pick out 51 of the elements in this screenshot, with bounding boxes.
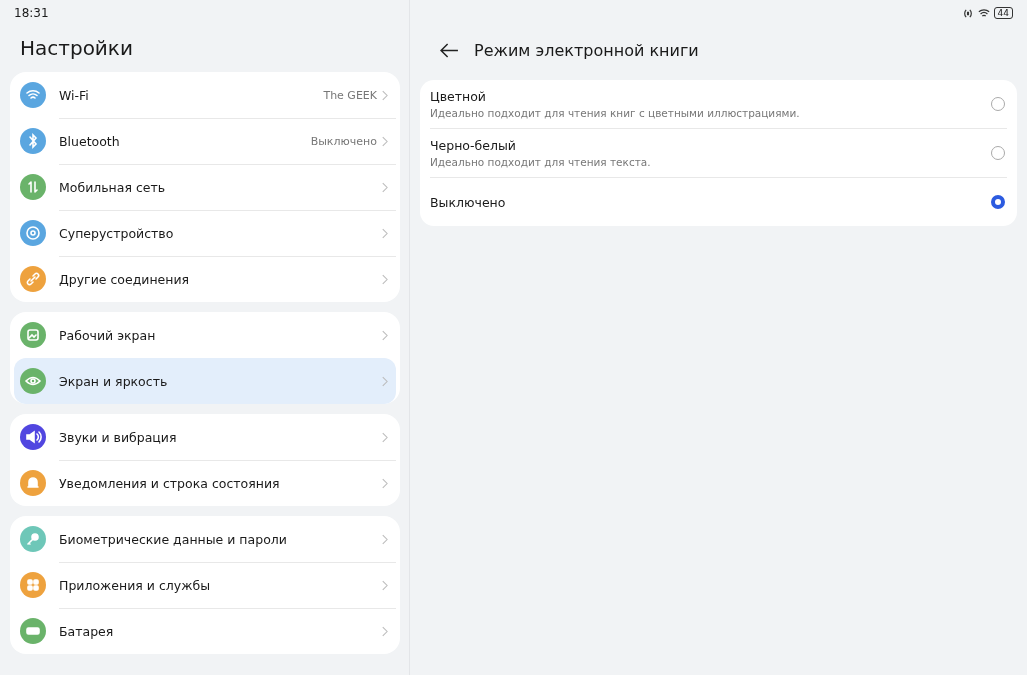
- settings-item[interactable]: Другие соединения: [14, 256, 396, 302]
- settings-item[interactable]: Экран и яркость: [14, 358, 396, 404]
- chevron-right-icon: [381, 90, 388, 101]
- settings-item[interactable]: Суперустройство: [14, 210, 396, 256]
- settings-item[interactable]: Приложения и службы: [14, 562, 396, 608]
- battery-indicator: 44: [993, 7, 1013, 19]
- chevron-right-icon: [381, 274, 388, 285]
- back-arrow-icon[interactable]: [440, 42, 459, 58]
- item-label: Мобильная сеть: [59, 180, 167, 195]
- option-label: Выключено: [430, 194, 507, 210]
- vibrate-icon: [961, 7, 974, 19]
- settings-item[interactable]: Wi-Fi The GEEK: [14, 72, 396, 118]
- settings-item[interactable]: Батарея: [14, 608, 396, 654]
- settings-item[interactable]: Bluetooth Выключено: [14, 118, 396, 164]
- item-label: Bluetooth: [59, 134, 121, 149]
- item-value: Выключено: [310, 135, 377, 148]
- chevron-right-icon: [381, 376, 388, 387]
- item-label: Звуки и вибрация: [59, 430, 178, 445]
- chevron-right-icon: [381, 136, 388, 147]
- chevron-right-icon: [381, 330, 388, 341]
- option-description: Идеально подходит для чтения текста.: [430, 156, 652, 168]
- chevron-right-icon: [381, 228, 388, 239]
- item-label: Батарея: [59, 624, 115, 639]
- status-time: 18:31: [13, 6, 49, 20]
- settings-item[interactable]: Мобильная сеть: [14, 164, 396, 210]
- option-label: Черно-белый: [430, 138, 517, 153]
- item-label: Приложения и службы: [59, 578, 212, 593]
- settings-item[interactable]: Биометрические данные и пароли: [14, 516, 396, 562]
- chevron-right-icon: [381, 182, 388, 193]
- item-label: Биометрические данные и пароли: [59, 532, 288, 547]
- settings-item[interactable]: Уведомления и строка состояния: [14, 460, 396, 506]
- settings-item[interactable]: Звуки и вибрация: [14, 414, 396, 460]
- item-label: Другие соединения: [59, 272, 191, 287]
- settings-item[interactable]: Рабочий экран: [14, 312, 396, 358]
- item-value: The GEEK: [323, 89, 377, 102]
- chevron-right-icon: [381, 580, 388, 591]
- wifi-icon: [977, 7, 990, 19]
- item-label: Суперустройство: [59, 226, 175, 241]
- chevron-right-icon: [381, 534, 388, 545]
- page-title: Режим электронной книги: [474, 40, 699, 60]
- item-label: Уведомления и строка состояния: [59, 476, 281, 491]
- radio-button[interactable]: [991, 195, 1005, 209]
- item-label: Экран и яркость: [59, 374, 169, 389]
- chevron-right-icon: [381, 626, 388, 637]
- option-description: Идеально подходит для чтения книг с цветными иллюстрациями.: [430, 107, 801, 119]
- chevron-right-icon: [381, 478, 388, 489]
- item-label: Рабочий экран: [59, 328, 157, 343]
- option-label: Цветной: [430, 89, 487, 104]
- settings-title: Настройки: [19, 35, 134, 62]
- item-label: Wi-Fi: [59, 88, 90, 103]
- chevron-right-icon: [381, 432, 388, 443]
